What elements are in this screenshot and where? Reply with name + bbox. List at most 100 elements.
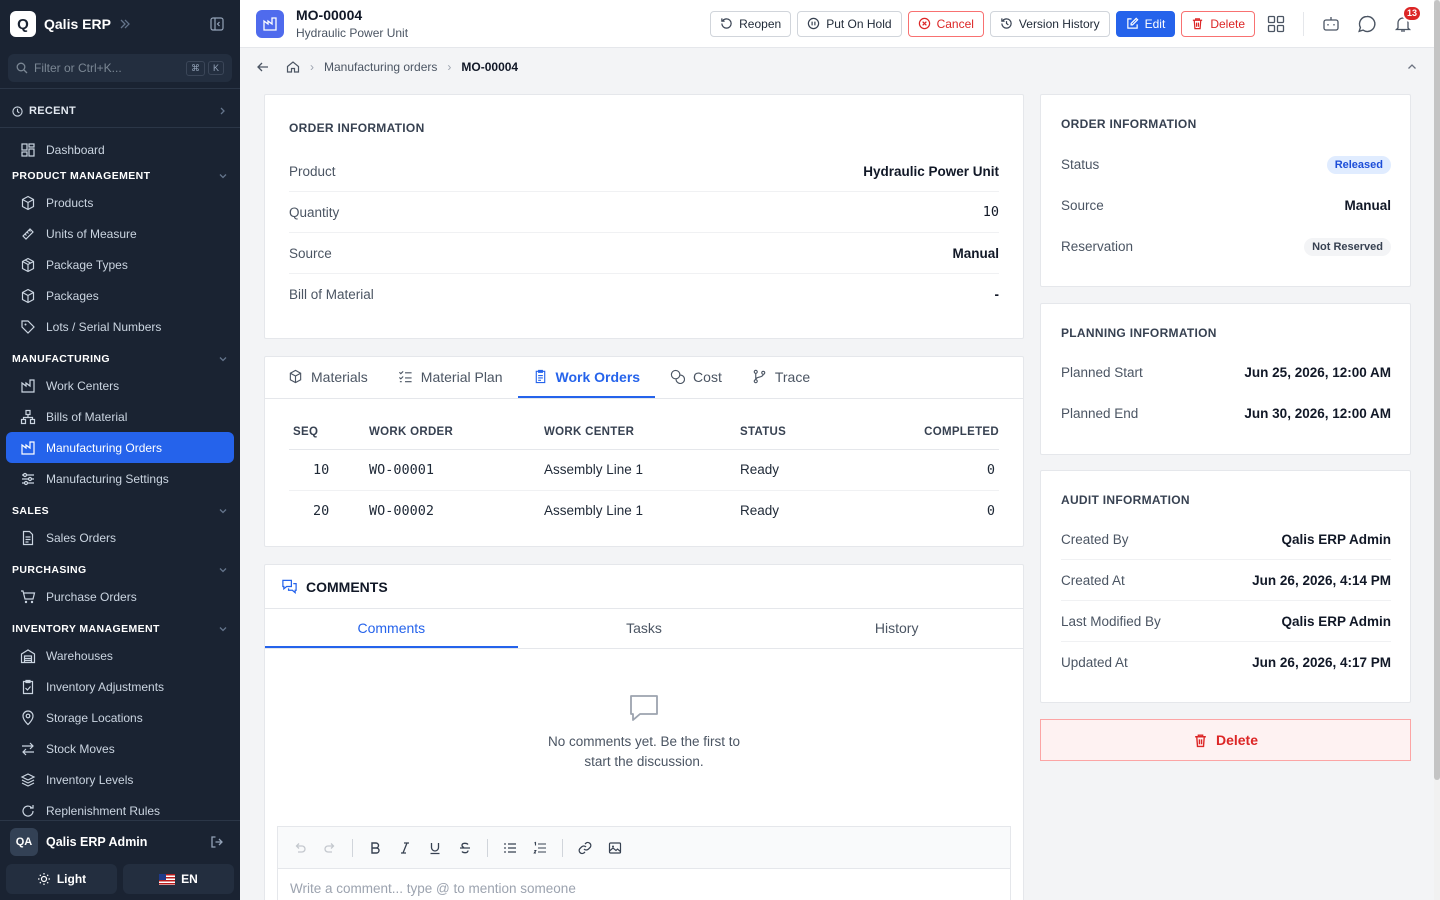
comment-input[interactable] [290,880,998,896]
sidebar-item-inventory-levels[interactable]: Inventory Levels [6,764,234,795]
undo-icon[interactable] [290,838,310,858]
home-icon[interactable] [286,60,300,74]
tab-materials[interactable]: Materials [273,357,383,398]
link-icon[interactable] [575,838,595,858]
sidebar-item-purchase-orders[interactable]: Purchase Orders [6,581,234,612]
cancel-button[interactable]: Cancel [907,10,984,37]
table-row[interactable]: 10 WO-00001 Assembly Line 1 Ready 0 [289,449,999,491]
package-icon [20,288,36,304]
chevrons-right-icon[interactable] [119,18,131,30]
info-value: Manual [952,245,999,261]
tab-tasks[interactable]: Tasks [518,609,771,648]
reopen-button[interactable]: Reopen [710,10,792,37]
delete-record-button[interactable]: Delete [1040,719,1411,761]
section-inventory-management[interactable]: INVENTORY MANAGEMENT [0,618,240,640]
section-sales[interactable]: SALES [0,500,240,522]
logout-icon[interactable] [210,835,224,849]
sidebar-item-units-of-measure[interactable]: Units of Measure [6,218,234,249]
bullet-list-icon[interactable] [500,838,520,858]
sidebar-item-stock-moves[interactable]: Stock Moves [6,733,234,764]
section-product-management[interactable]: PRODUCT MANAGEMENT [0,165,240,187]
card-title: PLANNING INFORMATION [1061,326,1217,340]
sidebar-item-inventory-adjustments[interactable]: Inventory Adjustments [6,671,234,702]
sidebar-item-manufacturing-orders[interactable]: Manufacturing Orders [6,432,234,463]
column-header-status[interactable]: STATUS [740,415,870,450]
sidebar-item-label: Units of Measure [46,226,137,241]
cell-work-order[interactable]: WO-00001 [369,449,544,491]
theme-toggle-button[interactable]: Light [6,864,117,894]
sidebar-filter-input[interactable] [34,61,183,75]
sidebar-item-dashboard[interactable]: Dashboard [6,134,234,165]
redo-icon[interactable] [320,838,340,858]
language-button[interactable]: EN [123,864,234,894]
apps-grid-icon[interactable] [1261,9,1291,39]
column-header-seq[interactable]: SEQ [289,415,369,450]
version-history-button[interactable]: Version History [989,10,1110,37]
sidebar-item-lots-serial-numbers[interactable]: Lots / Serial Numbers [6,311,234,342]
tab-history[interactable]: History [770,609,1023,648]
app-name[interactable]: Qalis ERP [44,16,111,32]
app-logo[interactable]: Q [10,11,36,37]
sidebar-item-sales-orders[interactable]: Sales Orders [6,522,234,553]
rotate-ccw-icon [720,17,733,30]
sidebar-recent[interactable]: RECENT [0,95,240,127]
us-flag-icon [159,873,176,885]
sidebar-filter[interactable]: ⌘ K [8,54,232,82]
delete-button[interactable]: Delete [1181,10,1255,37]
sidebar-item-bills-of-material[interactable]: Bills of Material [6,401,234,432]
underline-icon[interactable] [425,838,445,858]
sidebar-item-replenishment-rules[interactable]: Replenishment Rules [6,795,234,820]
image-icon[interactable] [605,838,625,858]
sidebar-item-storage-locations[interactable]: Storage Locations [6,702,234,733]
sidebar-collapse-icon[interactable] [210,17,224,31]
column-header-work-center[interactable]: WORK CENTER [544,415,740,450]
tab-comments[interactable]: Comments [265,609,518,648]
bot-icon[interactable] [1316,9,1346,39]
order-info-list: Product Hydraulic Power Unit Quantity 10… [289,151,999,315]
section-manufacturing[interactable]: MANUFACTURING [0,348,240,370]
chevron-down-icon [218,565,228,575]
tab-trace[interactable]: Trace [737,357,825,398]
sidebar-item-manufacturing-settings[interactable]: Manufacturing Settings [6,463,234,494]
breadcrumb-parent[interactable]: Manufacturing orders [324,60,437,74]
info-row-updated-at: Updated At Jun 26, 2026, 4:17 PM [1061,642,1391,683]
chat-icon[interactable] [1352,9,1382,39]
strikethrough-icon[interactable] [455,838,475,858]
tab-work-orders[interactable]: Work Orders [517,357,656,398]
bell-icon[interactable]: 13 [1388,4,1422,39]
column-header-completed[interactable]: COMPLETED [870,415,999,450]
sidebar-item-package-types[interactable]: Package Types [6,249,234,280]
ordered-list-icon[interactable] [530,838,550,858]
sidebar-item-products[interactable]: Products [6,187,234,218]
user-name: Qalis ERP Admin [46,834,148,849]
planning-list: Planned Start Jun 25, 2026, 12:00 AM Pla… [1061,352,1391,434]
info-row-reservation: Reservation Not Reserved [1061,226,1391,267]
sidebar-item-warehouses[interactable]: Warehouses [6,640,234,671]
avatar[interactable]: QA [10,827,38,856]
tab-cost[interactable]: Cost [655,357,737,398]
comment-editor[interactable] [277,868,1011,900]
info-row-quantity: Quantity 10 [289,192,999,233]
info-row-planned-end: Planned End Jun 30, 2026, 12:00 AM [1061,393,1391,434]
info-value: Jun 25, 2026, 12:00 AM [1244,365,1391,380]
italic-icon[interactable] [395,838,415,858]
section-purchasing[interactable]: PURCHASING [0,559,240,581]
scrollbar-thumb[interactable] [1434,0,1440,780]
table-row[interactable]: 20 WO-00002 Assembly Line 1 Ready 0 [289,490,999,531]
tab-material-plan[interactable]: Material Plan [383,357,518,398]
edit-button[interactable]: Edit [1115,10,1176,37]
back-arrow-icon[interactable] [256,60,270,74]
sidebar-user[interactable]: QA Qalis ERP Admin [0,820,240,862]
sidebar-item-label: Inventory Adjustments [46,679,165,694]
page-scrollbar[interactable] [1434,0,1440,900]
sidebar-item-work-centers[interactable]: Work Centers [6,370,234,401]
put-on-hold-button[interactable]: Put On Hold [797,10,902,37]
info-value: Qalis ERP Admin [1281,531,1391,547]
sidebar-item-packages[interactable]: Packages [6,280,234,311]
chevron-up-icon[interactable] [1406,61,1418,73]
cell-work-order[interactable]: WO-00002 [369,490,544,531]
record-title-block: MO-00004 Hydraulic Power Unit [296,7,408,40]
column-header-work-order[interactable]: WORK ORDER [369,415,544,450]
order-status-card: ORDER INFORMATION Status Released Source… [1040,94,1411,287]
bold-icon[interactable] [365,838,385,858]
